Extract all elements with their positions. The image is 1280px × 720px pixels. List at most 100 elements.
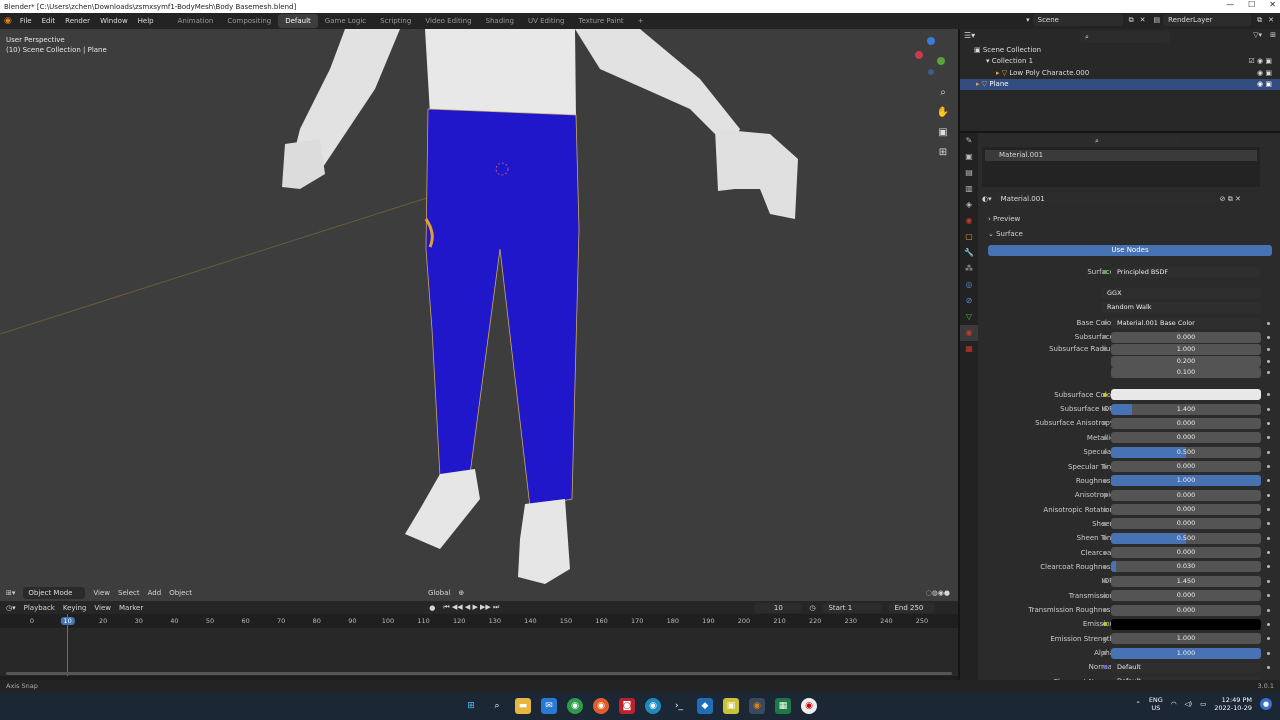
windows-start-icon[interactable]: ⊞: [463, 698, 479, 714]
property-field[interactable]: 0.200: [1111, 355, 1261, 367]
constraints-tab-icon[interactable]: ⊘: [960, 293, 978, 309]
menu-playback[interactable]: Playback: [24, 604, 55, 612]
property-field[interactable]: 0.000: [1111, 489, 1261, 501]
delete-layer-icon[interactable]: ✕: [1268, 16, 1274, 24]
keyframe-dot-icon[interactable]: [1267, 393, 1270, 397]
notes-icon[interactable]: ▣: [723, 698, 739, 714]
keyframe-dot-icon[interactable]: [1267, 637, 1270, 641]
distribution-dropdown[interactable]: GGX: [1101, 287, 1261, 299]
chrome-icon[interactable]: ◉: [567, 698, 583, 714]
use-nodes-button[interactable]: Use Nodes: [988, 245, 1272, 256]
surface-shader-field[interactable]: Principled BSDF: [1111, 266, 1261, 278]
scene-selector[interactable]: Scene: [1032, 14, 1123, 26]
property-field[interactable]: 0.500: [1111, 532, 1261, 544]
copy-layer-icon[interactable]: ⧉: [1257, 16, 1262, 25]
keyframe-dot-icon[interactable]: [1267, 551, 1270, 555]
clock[interactable]: 12:49 PM 2022-10-29: [1214, 696, 1252, 712]
pan-hand-icon[interactable]: ✋: [936, 105, 950, 119]
output-tab-icon[interactable]: ▤: [960, 165, 978, 181]
material-sphere-icon[interactable]: ◐▾: [982, 195, 992, 203]
excel-icon[interactable]: ▦: [775, 698, 791, 714]
socket-icon[interactable]: [1103, 321, 1107, 325]
timeline-scrollbar[interactable]: [6, 672, 952, 675]
keyframe-dot-icon[interactable]: [1267, 565, 1270, 569]
subsurface-method-dropdown[interactable]: Random Walk: [1101, 301, 1261, 313]
keyframe-dot-icon[interactable]: [1267, 579, 1270, 583]
keyframe-dot-icon[interactable]: [1267, 407, 1270, 411]
socket-icon[interactable]: [1103, 435, 1107, 440]
frame-ruler[interactable]: 0102030405060708090100110120130140150160…: [0, 614, 958, 628]
tab-shading[interactable]: Shading: [479, 14, 521, 28]
language-indicator[interactable]: ENG US: [1149, 696, 1163, 712]
properties-search[interactable]: ⌕: [1090, 135, 1180, 145]
menu-window[interactable]: Window: [95, 17, 133, 25]
preview-panel[interactable]: › Preview: [988, 215, 1020, 223]
outliner-item-plane[interactable]: ▸ ▽ Plane ◉ ▣: [960, 79, 1280, 90]
tab-compositing[interactable]: Compositing: [220, 14, 278, 28]
keyframe-dot-icon[interactable]: [1267, 608, 1270, 612]
keyframe-dot-icon[interactable]: [1267, 479, 1270, 483]
app-red-icon[interactable]: ◙: [619, 698, 635, 714]
camera-icon[interactable]: ▣: [936, 125, 950, 139]
blender-taskbar-icon[interactable]: ◉: [749, 698, 765, 714]
editor-type-icon[interactable]: ⊞▾: [6, 589, 15, 597]
mail-icon[interactable]: ✉: [541, 698, 557, 714]
render-tab-icon[interactable]: ▣: [960, 149, 978, 165]
socket-icon[interactable]: [1103, 478, 1107, 483]
property-field[interactable]: 0.000: [1111, 547, 1261, 559]
property-field[interactable]: Default: [1111, 661, 1261, 673]
close-icon[interactable]: ✕: [1269, 0, 1276, 9]
wifi-icon[interactable]: ◠: [1171, 700, 1177, 708]
outliner-item-collection-1[interactable]: ▾ Collection 1 ☑ ◉ ▣: [960, 56, 1280, 67]
menu-view[interactable]: View: [93, 589, 110, 597]
tab-video-editing[interactable]: Video Editing: [418, 14, 478, 28]
menu-object[interactable]: Object: [169, 589, 192, 597]
start-frame-field[interactable]: Start 1: [823, 602, 882, 613]
zoom-icon[interactable]: ⌕: [936, 85, 950, 99]
keyframe-dot-icon[interactable]: [1267, 436, 1270, 440]
property-field[interactable]: 0.000: [1111, 432, 1261, 444]
outliner-search[interactable]: ⌕: [1080, 31, 1170, 43]
copy-icon[interactable]: ⧉: [1129, 16, 1134, 25]
property-field[interactable]: 1.000: [1111, 647, 1261, 659]
socket-icon[interactable]: [1103, 636, 1107, 641]
timeline-editor-icon[interactable]: ◷▾: [6, 604, 16, 612]
material-slots-list[interactable]: Material.001: [982, 147, 1260, 187]
blender-logo-icon[interactable]: ◉: [4, 16, 15, 26]
property-field[interactable]: 1.000: [1111, 343, 1261, 355]
vscode-icon[interactable]: ◆: [697, 698, 713, 714]
socket-icon[interactable]: [1103, 550, 1107, 555]
terminal-icon[interactable]: ›_: [671, 698, 687, 714]
add-workspace-button[interactable]: +: [631, 14, 651, 28]
keyframe-dot-icon[interactable]: [1267, 359, 1270, 363]
tool-tab-icon[interactable]: ✎: [960, 133, 978, 149]
particles-tab-icon[interactable]: ⁂: [960, 261, 978, 277]
property-field[interactable]: 1.000: [1111, 475, 1261, 487]
keyframe-dot-icon[interactable]: [1267, 371, 1270, 375]
material-tab-icon[interactable]: ◉: [960, 325, 978, 341]
menu-edit[interactable]: Edit: [37, 17, 61, 25]
data-tab-icon[interactable]: ▽: [960, 309, 978, 325]
keyframe-dot-icon[interactable]: [1267, 450, 1270, 454]
keyframe-dot-icon[interactable]: [1267, 465, 1270, 468]
socket-icon[interactable]: [1103, 564, 1107, 569]
outliner-editor-icon[interactable]: ☰▾: [964, 31, 975, 40]
tab-uv-editing[interactable]: UV Editing: [521, 14, 572, 28]
playback-controls-icon[interactable]: ⏮ ◀◀ ◀ ▶ ▶▶ ⏭: [443, 603, 499, 612]
object-tab-icon[interactable]: ▢: [960, 229, 978, 245]
menu-file[interactable]: File: [15, 17, 37, 25]
tab-default[interactable]: Default: [278, 14, 318, 28]
modifier-tab-icon[interactable]: 🔧: [960, 245, 978, 261]
tab-game-logic[interactable]: Game Logic: [318, 14, 373, 28]
menu-help[interactable]: Help: [133, 17, 159, 25]
record-icon[interactable]: ●: [429, 604, 435, 612]
keyframe-dot-icon[interactable]: [1267, 522, 1270, 526]
property-field[interactable]: 1.450: [1111, 575, 1261, 587]
tab-scripting[interactable]: Scripting: [373, 14, 418, 28]
property-field[interactable]: 0.000: [1111, 417, 1261, 429]
render-layer-selector[interactable]: RenderLayer: [1163, 14, 1252, 26]
texture-tab-icon[interactable]: ▦: [960, 341, 978, 357]
material-actions-icon[interactable]: ⊘ ⧉ ✕: [1220, 195, 1241, 204]
socket-icon[interactable]: [1103, 507, 1107, 512]
menu-render[interactable]: Render: [60, 17, 95, 25]
